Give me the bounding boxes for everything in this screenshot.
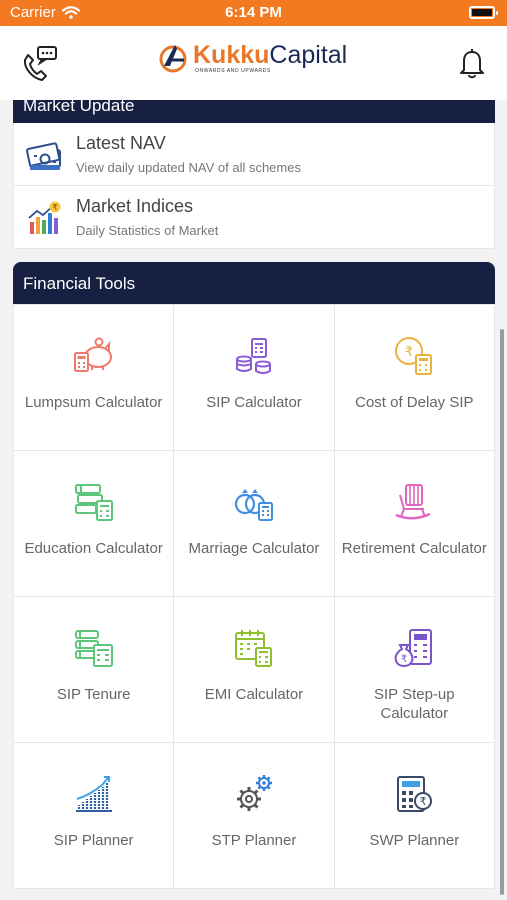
app-logo: KukkuCapital ONWARDS AND UPWARDS: [158, 40, 347, 74]
latest-nav-subtitle: View daily updated NAV of all schemes: [76, 160, 301, 175]
logo-mark-icon: [159, 45, 187, 73]
svg-text:₹: ₹: [52, 203, 57, 212]
tool-label: EMI Calculator: [204, 686, 304, 703]
tool-sip-planner[interactable]: SIP Planner: [14, 743, 174, 888]
money-bag-calculator-icon: ₹: [394, 629, 433, 668]
scroll-content[interactable]: Market Update Latest NAV View daily upda…: [0, 100, 507, 900]
market-indices-item[interactable]: ₹ Market Indices Daily Statistics of Mar…: [13, 186, 495, 249]
market-indices-title: Market Indices: [76, 196, 194, 216]
brand-secondary: Capital: [269, 40, 348, 69]
market-update-card: Market Update Latest NAV View daily upda…: [13, 100, 495, 249]
bar-chart-rupee-icon: ₹: [28, 201, 61, 234]
tool-label: STP Planner: [211, 832, 297, 849]
calendar-calculator-icon: [234, 630, 272, 667]
market-indices-subtitle: Daily Statistics of Market: [76, 223, 219, 238]
latest-nav-item[interactable]: Latest NAV View daily updated NAV of all…: [13, 123, 495, 186]
financial-tools-title: Financial Tools: [13, 262, 495, 304]
bell-icon[interactable]: [457, 46, 487, 80]
svg-text:₹: ₹: [420, 795, 427, 808]
svg-text:₹: ₹: [405, 345, 413, 360]
tool-label: SIP Step-up Calculator: [374, 686, 455, 722]
tool-retirement-calculator[interactable]: Retirement Calculator: [334, 451, 494, 596]
status-time: 6:14 PM: [225, 4, 282, 21]
tool-label: SIP Tenure: [56, 686, 131, 703]
gears-icon: [236, 775, 272, 811]
rupee-clock-calculator-icon: ₹: [395, 337, 433, 375]
tool-sip-tenure[interactable]: SIP Tenure: [14, 597, 174, 742]
tool-label: Lumpsum Calculator: [24, 394, 163, 411]
tool-label: Cost of Delay SIP: [355, 394, 474, 411]
latest-nav-title: Latest NAV: [76, 133, 166, 153]
battery-icon: [469, 6, 498, 19]
tool-label: Retirement Calculator: [341, 540, 487, 557]
rings-calculator-icon: [234, 489, 273, 521]
tool-marriage-calculator[interactable]: Marriage Calculator: [174, 451, 334, 596]
status-bar: Carrier 6:14 PM: [0, 0, 507, 26]
financial-tools-grid: Lumpsum Calculator SIP Calculator ₹ Cost…: [13, 304, 495, 889]
tool-cost-of-delay-sip[interactable]: ₹ Cost of Delay SIP: [334, 305, 494, 450]
rocking-chair-icon: [395, 484, 431, 520]
piggy-bank-icon: [73, 337, 112, 372]
scrollbar[interactable]: [500, 329, 504, 895]
tool-label: Education Calculator: [24, 540, 163, 557]
tool-stp-planner[interactable]: STP Planner: [174, 743, 334, 888]
tool-emi-calculator[interactable]: EMI Calculator: [174, 597, 334, 742]
tool-label: SIP Calculator: [206, 394, 302, 411]
tool-label: SIP Planner: [53, 832, 134, 849]
phone-chat-icon[interactable]: [20, 44, 60, 84]
svg-text:₹: ₹: [401, 654, 407, 665]
coins-calculator-icon: [235, 338, 271, 374]
financial-tools-card: Financial Tools Lumpsum Calculator SIP C…: [13, 262, 495, 889]
growth-bars-icon: [75, 776, 112, 812]
tool-sip-step-up-calculator[interactable]: ₹ SIP Step-up Calculator: [334, 597, 494, 742]
app-header: KukkuCapital ONWARDS AND UPWARDS: [0, 26, 507, 100]
list-calculator-icon: [74, 630, 113, 667]
brand-primary: Kukku: [193, 40, 270, 69]
tool-label: SWP Planner: [369, 832, 460, 849]
calculator-rupee-icon: ₹: [397, 776, 433, 812]
tool-lumpsum-calculator[interactable]: Lumpsum Calculator: [14, 305, 174, 450]
books-calculator-icon: [74, 484, 113, 521]
brand-tagline: ONWARDS AND UPWARDS: [195, 67, 271, 74]
tool-label: Marriage Calculator: [188, 540, 320, 557]
tool-sip-calculator[interactable]: SIP Calculator: [174, 305, 334, 450]
tool-education-calculator[interactable]: Education Calculator: [14, 451, 174, 596]
market-update-title: Market Update: [13, 100, 495, 123]
banknotes-icon: [26, 142, 61, 170]
tool-swp-planner[interactable]: ₹ SWP Planner: [334, 743, 494, 888]
